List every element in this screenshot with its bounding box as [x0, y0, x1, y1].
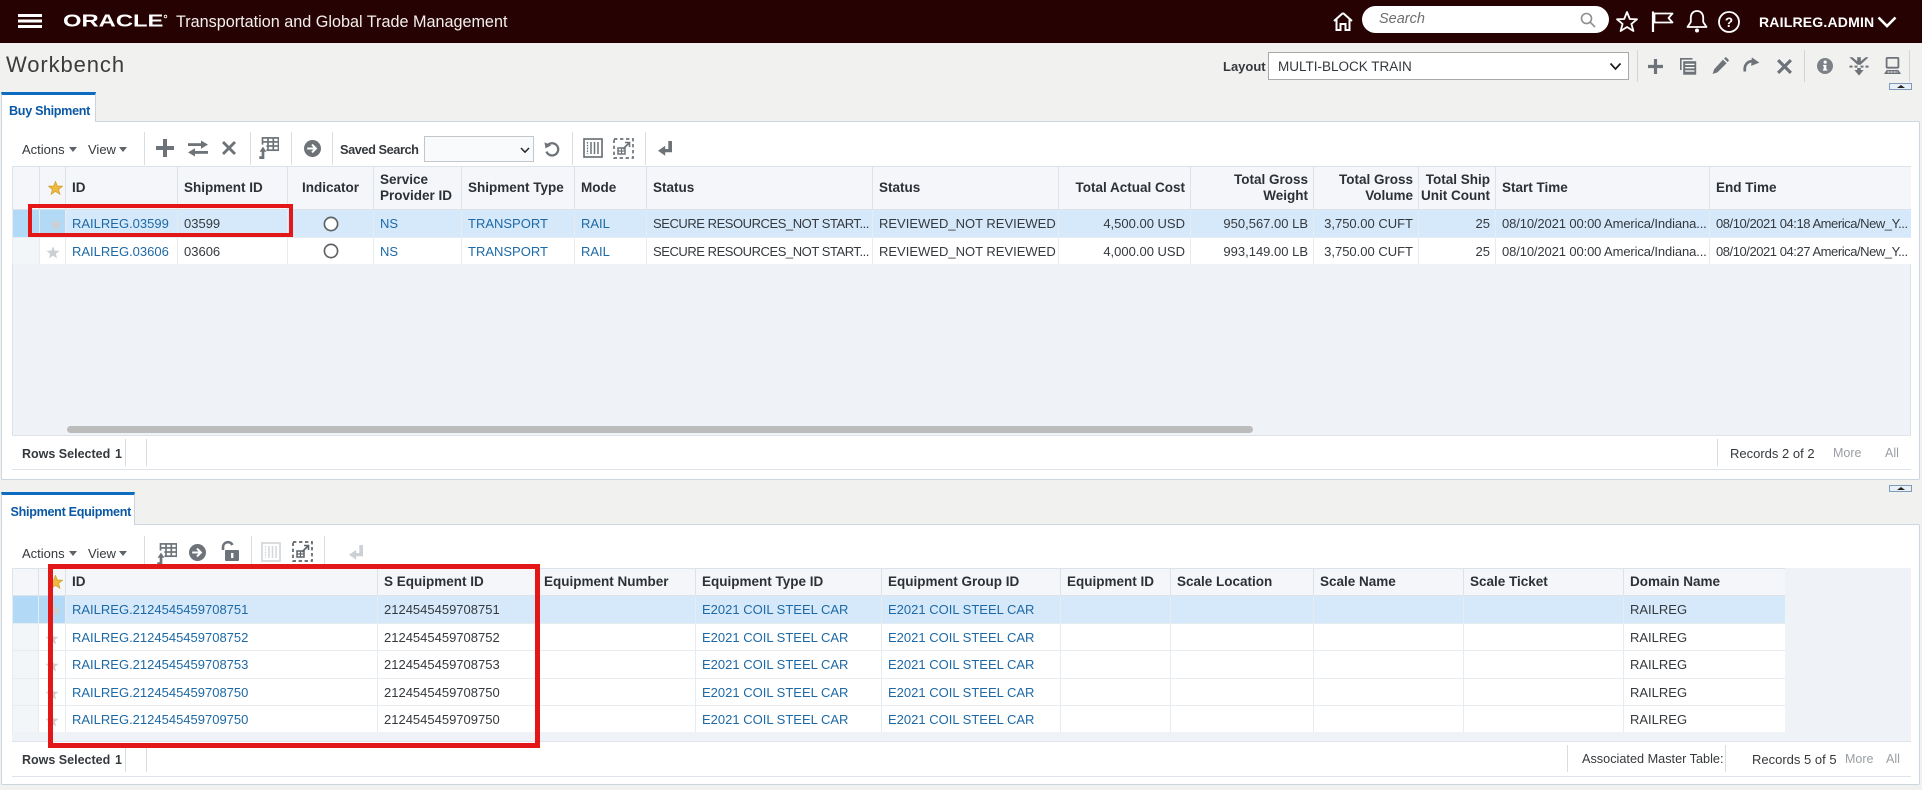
svg-text:?: ?: [1725, 15, 1733, 30]
svg-text:ORACLE: ORACLE: [63, 12, 164, 31]
